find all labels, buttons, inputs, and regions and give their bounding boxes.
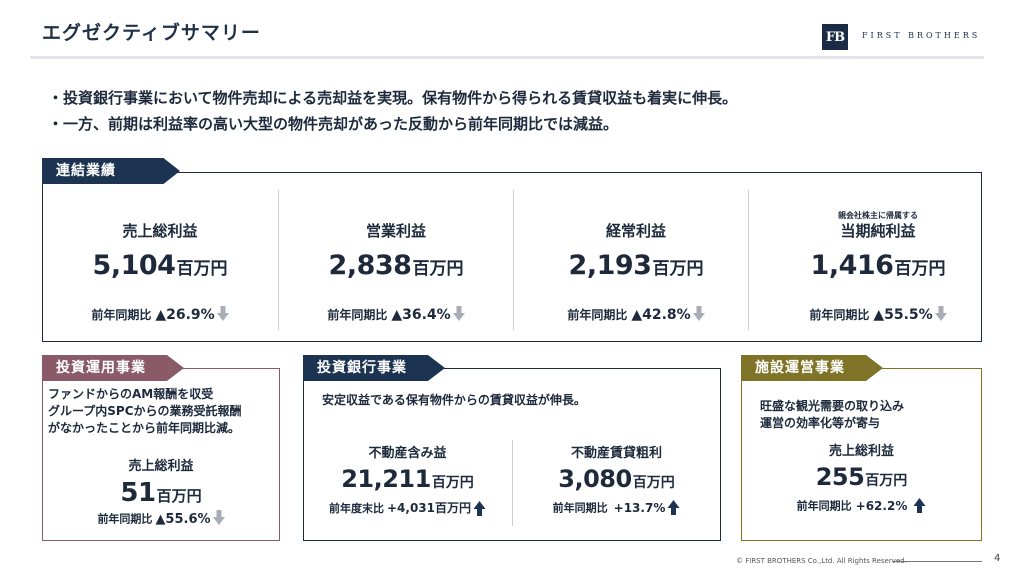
kpi-label: 売上総利益: [128, 459, 194, 474]
bullet-item: ・投資銀行事業において物件売却による売却益を実現。保有物件から得られる賃貸収益も…: [48, 89, 738, 107]
arrow-down-icon: [452, 306, 465, 325]
investment-banking-desc: 安定収益である保有物件からの賃貸収益が伸長。: [322, 393, 586, 407]
kpi-gross-profit: 売上総利益 5,104百万円 前年同期比 ▲26.9%: [42, 192, 278, 332]
arrow-up-icon: [667, 499, 680, 518]
kpi-value: 2,838百万円: [328, 250, 464, 281]
copyright: © FIRST BROTHERS Co.,Ltd. All Rights Res…: [736, 557, 907, 565]
summary-bullets: ・投資銀行事業において物件売却による売却益を実現。保有物件から得られる賃貸収益も…: [48, 85, 737, 137]
ib-unrealized-gain: 不動産含み益 21,211百万円 前年度末比 +4,031百万円: [305, 442, 510, 519]
kpi-divider: [513, 190, 514, 330]
kpi-value: 21,211百万円: [341, 465, 474, 493]
arrow-down-icon: [692, 306, 705, 325]
page-title: エグゼクティブサマリー: [42, 22, 261, 44]
kpi-label: 不動産含み益: [368, 446, 447, 461]
bullet-item: ・一方、前期は利益率の高い大型の物件売却があった反動から前年同期比では減益。: [48, 115, 619, 133]
arrow-up-icon: [913, 497, 926, 516]
title-divider: [30, 56, 984, 59]
kpi-value: 255百万円: [815, 463, 908, 491]
facility-ops-tab: 施設運営事業: [741, 355, 883, 381]
investment-mgmt-kpi: 売上総利益 51百万円 前年同期比 ▲55.6%: [42, 455, 280, 529]
kpi-yoy: 前年同期比 +62.2%: [741, 497, 982, 516]
kpi-value: 3,080百万円: [558, 465, 675, 493]
investment-mgmt-tab: 投資運用事業: [42, 355, 184, 381]
kpi-yoy: 前年同期比 ▲36.4%: [278, 306, 514, 325]
footer-divider: [892, 561, 982, 562]
consolidated-tab: 連結業績: [42, 158, 180, 184]
arrow-down-icon: [216, 306, 229, 325]
kpi-label: 不動産賃貸粗利: [570, 446, 662, 461]
facility-ops-desc: 旺盛な観光需要の取り込み 運営の効率化等が寄与: [760, 399, 905, 430]
kpi-yoy: 前年同期比 +13.7%: [514, 499, 719, 518]
kpi-net-income: 親会社株主に帰属する 当期純利益 1,416百万円 前年同期比 ▲55.5%: [760, 192, 996, 332]
kpi-yoy: 前年同期比 ▲55.6%: [42, 510, 280, 529]
kpi-divider: [748, 190, 749, 330]
kpi-value: 1,416百万円: [810, 250, 946, 281]
kpi-yoy: 前年同期比 ▲42.8%: [518, 306, 754, 325]
kpi-yoy: 前年度末比 +4,031百万円: [305, 499, 510, 519]
ib-divider: [512, 440, 513, 526]
company-logo-icon: FB: [822, 24, 848, 50]
kpi-value: 51百万円: [120, 478, 202, 508]
kpi-label: 売上総利益: [122, 222, 198, 240]
kpi-operating-profit: 営業利益 2,838百万円 前年同期比 ▲36.4%: [278, 192, 514, 332]
arrow-up-icon: [473, 500, 486, 519]
kpi-ordinary-profit: 経常利益 2,193百万円 前年同期比 ▲42.8%: [518, 192, 754, 332]
kpi-label: 当期純利益: [840, 222, 916, 240]
kpi-label: 経常利益: [605, 222, 666, 240]
arrow-down-icon: [934, 306, 947, 325]
arrow-down-icon: [212, 510, 225, 529]
kpi-label: 売上総利益: [828, 444, 894, 459]
investment-banking-tab: 投資銀行事業: [303, 355, 445, 381]
page-number: 4: [994, 553, 1001, 564]
kpi-yoy: 前年同期比 ▲55.5%: [760, 306, 996, 325]
company-logo-text: FIRST BROTHERS: [862, 31, 981, 40]
facility-ops-kpi: 売上総利益 255百万円 前年同期比 +62.2%: [741, 440, 982, 516]
kpi-label: 営業利益: [365, 222, 426, 240]
kpi-value: 2,193百万円: [568, 250, 704, 281]
investment-mgmt-desc: ファンドからのAM報酬を収受 グループ内SPCからの業務受託報酬 がなかったこと…: [48, 387, 242, 435]
kpi-yoy: 前年同期比 ▲26.9%: [42, 306, 278, 325]
ib-rental-profit: 不動産賃貸粗利 3,080百万円 前年同期比 +13.7%: [514, 442, 719, 518]
kpi-value: 5,104百万円: [92, 250, 228, 281]
